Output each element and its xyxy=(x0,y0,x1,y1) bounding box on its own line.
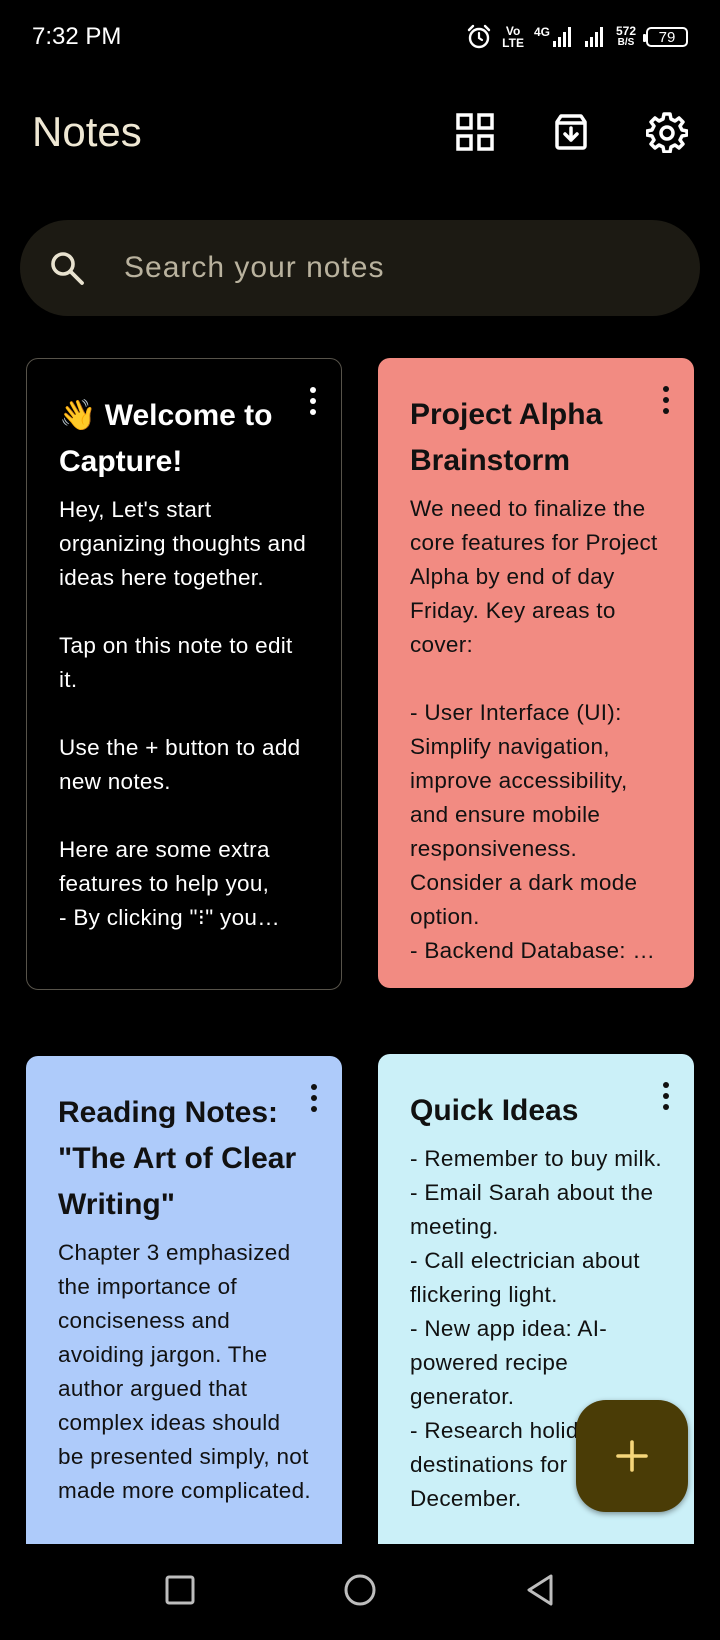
dot xyxy=(310,409,316,415)
dot xyxy=(311,1095,317,1101)
note-menu-button[interactable] xyxy=(301,385,325,417)
grid-view-icon xyxy=(456,113,494,151)
app-header: Notes xyxy=(0,92,720,172)
back-triangle-icon xyxy=(527,1574,553,1605)
note-card-project-alpha[interactable]: Project Alpha Brainstorm We need to fina… xyxy=(378,358,694,988)
note-body: Chapter 3 emphasized the importance of c… xyxy=(58,1240,311,1503)
status-bar: 7:32 PM Vo LTE 4G 572 B/S 79 xyxy=(0,0,720,74)
add-note-button[interactable] xyxy=(576,1400,688,1512)
note-body: We need to finalize the core features fo… xyxy=(410,496,658,963)
note-title: Project Alpha Brainstorm xyxy=(410,398,603,477)
volte-indicator: Vo LTE xyxy=(502,25,524,49)
note-title: Quick Ideas xyxy=(410,1094,579,1127)
note-card-welcome[interactable]: 👋 Welcome to Capture! Hey, Let's start o… xyxy=(26,358,342,990)
recents-button[interactable] xyxy=(163,1573,197,1612)
battery-level: 79 xyxy=(658,28,676,46)
network-speed-value: 572 xyxy=(615,24,636,38)
note-menu-button[interactable] xyxy=(302,1082,326,1114)
network-speed: 572 B/S xyxy=(616,25,636,49)
volte-bottom-text: LTE xyxy=(502,36,524,50)
home-button[interactable] xyxy=(342,1572,378,1613)
grid-view-button[interactable] xyxy=(450,107,500,157)
header-actions xyxy=(450,107,692,157)
note-title: 👋 Welcome to Capture! xyxy=(59,399,273,478)
dot xyxy=(663,1104,669,1110)
dot xyxy=(663,408,669,414)
settings-button[interactable] xyxy=(642,107,692,157)
search-bar[interactable] xyxy=(20,220,700,316)
network-speed-unit: B/S xyxy=(617,37,635,48)
note-body: Hey, Let's start organizing thoughts and… xyxy=(59,497,307,930)
note-menu-button[interactable] xyxy=(654,384,678,416)
dot xyxy=(663,397,669,403)
battery-icon: 79 xyxy=(643,27,688,47)
dot xyxy=(663,1093,669,1099)
search-icon xyxy=(51,252,84,285)
back-button[interactable] xyxy=(523,1572,557,1613)
signal-strength-icon-2 xyxy=(584,26,606,48)
archive-download-icon xyxy=(555,114,587,150)
dot xyxy=(663,1082,669,1088)
system-navigation-bar xyxy=(0,1544,720,1640)
home-circle-icon xyxy=(344,1574,376,1605)
note-menu-button[interactable] xyxy=(654,1080,678,1112)
status-icons: Vo LTE 4G 572 B/S 79 xyxy=(466,24,688,50)
note-title: Reading Notes: "The Art of Clear Writing… xyxy=(58,1096,297,1221)
dot xyxy=(311,1084,317,1090)
network-type-text: 4G xyxy=(533,25,550,39)
settings-gear-icon xyxy=(646,112,688,153)
alarm-icon xyxy=(466,24,492,50)
search-input[interactable] xyxy=(122,250,646,286)
archive-button[interactable] xyxy=(546,107,596,157)
dot xyxy=(310,387,316,393)
plus-icon xyxy=(616,1440,648,1472)
dot xyxy=(311,1106,317,1112)
status-time: 7:32 PM xyxy=(32,23,122,50)
page-title: Notes xyxy=(32,108,142,155)
dot xyxy=(310,398,316,404)
note-card-reading-notes[interactable]: Reading Notes: "The Art of Clear Writing… xyxy=(26,1056,342,1544)
signal-strength-icon-1: 4G xyxy=(534,26,574,48)
dot xyxy=(663,386,669,392)
recents-square-icon xyxy=(165,1575,195,1604)
notes-grid: 👋 Welcome to Capture! Hey, Let's start o… xyxy=(0,356,720,1544)
